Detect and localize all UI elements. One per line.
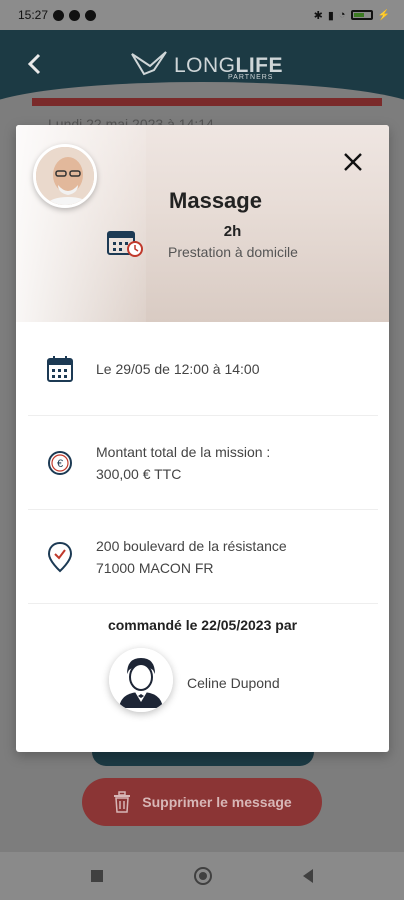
- nav-back-icon[interactable]: [303, 869, 313, 883]
- schedule-row: Le 29/05 de 12:00 à 14:00: [28, 322, 378, 416]
- customer-avatar: [109, 648, 173, 712]
- service-duration: 2h: [223, 223, 242, 240]
- schedule-text: Le 29/05 de 12:00 à 14:00: [96, 360, 260, 377]
- close-button[interactable]: [341, 151, 365, 175]
- delete-message-button[interactable]: Supprimer le message: [82, 778, 322, 826]
- bluetooth-icon: ✱: [313, 9, 323, 22]
- amount-value: 300,00 € TTC: [96, 465, 182, 482]
- hero-banner: Massage 2h Prestation à domicile: [16, 125, 389, 322]
- service-title: Massage: [169, 188, 262, 213]
- bird-logo-icon: [131, 51, 167, 76]
- battery-icon: [350, 10, 373, 20]
- notification-icon-2: [85, 9, 97, 21]
- ordered-by-label: commandé le 22/05/2023 par: [107, 617, 298, 633]
- euro-icon: €: [48, 450, 72, 475]
- background-card-strip: [32, 98, 382, 106]
- customer-name: Celine Dupond: [187, 675, 280, 691]
- address-line1: 200 boulevard de la résistance: [96, 537, 287, 554]
- user-icon: [109, 648, 173, 712]
- signal-icon: ▮: [327, 9, 334, 22]
- location-pin-icon: [47, 541, 73, 572]
- charging-icon: ⚡: [377, 9, 390, 21]
- back-button[interactable]: [26, 52, 42, 80]
- amount-label: Montant total de la mission :: [96, 443, 271, 460]
- calendar-icon: [47, 355, 73, 382]
- mission-detail-modal: Massage 2h Prestation à domicile Le 29/0…: [16, 125, 389, 752]
- svg-text:€: €: [57, 458, 63, 470]
- service-type: Prestation à domicile: [168, 244, 298, 260]
- logo-long: LONG: [174, 54, 236, 77]
- wifi-icon: ◔: [338, 9, 346, 21]
- close-icon: [344, 153, 362, 171]
- recent-apps-icon[interactable]: [91, 870, 103, 882]
- notification-icon: [69, 9, 81, 21]
- trash-icon: [114, 791, 131, 813]
- home-icon[interactable]: [194, 867, 212, 885]
- status-time: 15:27: [18, 8, 49, 22]
- delete-message-label: Supprimer le message: [142, 794, 292, 810]
- alarm-icon: [53, 9, 65, 21]
- app-header: LONGLIFE PARTNERS: [0, 30, 404, 112]
- amount-row: € Montant total de la mission : 300,00 €…: [28, 416, 378, 510]
- brand-logo: LONGLIFE PARTNERS: [130, 48, 283, 81]
- logo-sub: PARTNERS: [228, 74, 274, 81]
- status-bar: 15:27 ✱ ▮ ◔ ⚡: [0, 0, 404, 30]
- android-nav-bar: [0, 852, 404, 900]
- calendar-clock-icon: [107, 231, 143, 257]
- chevron-left-icon: [27, 53, 41, 75]
- address-line2: 71000 MACON FR: [96, 559, 214, 576]
- address-row: 200 boulevard de la résistance 71000 MAC…: [28, 510, 378, 604]
